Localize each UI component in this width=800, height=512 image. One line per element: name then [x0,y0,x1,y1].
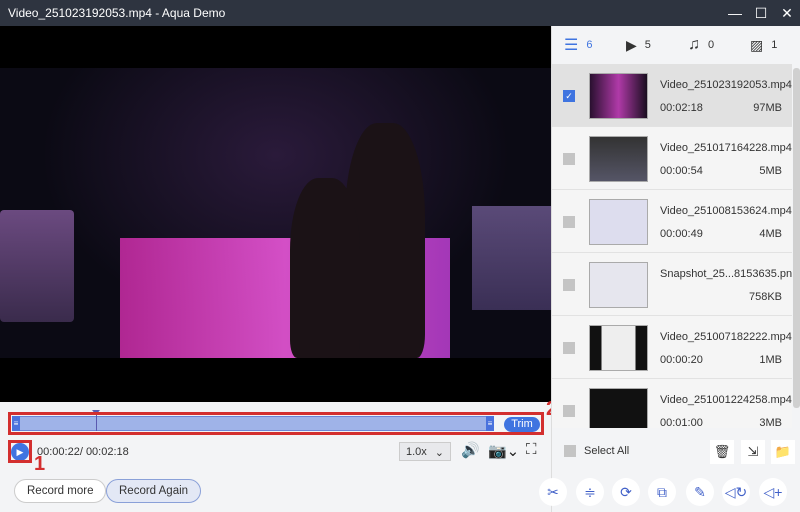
item-checkbox[interactable] [563,216,575,228]
minimize-button[interactable]: — [722,0,748,26]
record-more-button[interactable]: Record more [14,479,107,503]
volume-icon[interactable]: 🔊 [461,441,480,459]
folder-icon[interactable]: 📁 [771,440,795,464]
select-all-checkbox[interactable] [564,445,576,457]
list-icon: ☰ [564,37,579,54]
speed-select[interactable]: 1.0x ⌄ [399,442,451,461]
filter-tabs: ☰ 6 ▶ 5 ♫ 0 ▨ 1 [552,26,800,64]
tab-audio[interactable]: ♫ 0 [688,36,738,54]
list-item[interactable]: Snapshot_25...8153635.png 758KB [552,253,792,316]
thumbnail [589,262,648,308]
list-item[interactable]: ✓ Video_251023192053.mp4 00:02:18 97MB [552,64,792,127]
video-frame [0,68,551,358]
export-icon[interactable]: ⇲ [741,440,765,464]
list-scrollbar[interactable] [793,68,800,408]
item-checkbox[interactable] [563,153,575,165]
maximize-button[interactable]: ☐ [748,0,774,26]
convert-icon[interactable]: ⟳ [612,478,640,506]
merge-icon[interactable]: ⧉ [648,478,676,506]
tab-all[interactable]: ☰ 6 [564,35,614,55]
compress-icon[interactable]: ≑ [576,478,604,506]
item-checkbox[interactable]: ✓ [563,90,575,102]
title-bar: Video_251023192053.mp4 - Aqua Demo — ☐ ✕ [0,0,800,26]
thumbnail [589,199,648,245]
scissors-icon[interactable]: ✂ [539,478,567,506]
total-time: / 00:02:18 [79,446,129,458]
thumbnail [589,325,648,371]
chevron-down-icon: ⌄ [434,447,444,459]
list-item[interactable]: Video_251007182222.mp4 00:00:20 1MB [552,316,792,379]
file-sidebar: ☰ 6 ▶ 5 ♫ 0 ▨ 1 ✓ Video_251023192053.mp4 00:02… [551,26,800,512]
audio-convert-icon[interactable]: ◁↻ [722,478,750,506]
item-checkbox[interactable] [563,342,575,354]
list-item[interactable]: Video_251008153624.mp4 00:00:49 4MB [552,190,792,253]
file-list: ✓ Video_251023192053.mp4 00:02:18 97MB Vide… [552,64,792,428]
trash-icon[interactable]: 🗑 [710,440,734,464]
close-button[interactable]: ✕ [774,0,800,26]
item-checkbox[interactable] [563,405,575,417]
list-item[interactable]: Video_251017164228.mp4 00:00:54 5MB [552,127,792,190]
item-checkbox[interactable] [563,279,575,291]
annotation-box-1 [8,440,32,463]
list-item[interactable]: Video_251001224258.mp4 00:01:00 3MB [552,379,792,428]
time-display: 00:00:22/ 00:02:18 [37,446,129,458]
volume-boost-icon[interactable]: ◁+ [759,478,787,506]
record-again-button[interactable]: Record Again [106,479,202,503]
tab-video[interactable]: ▶ 5 [626,37,676,54]
tab-image[interactable]: ▨ 1 [750,37,800,54]
window-title: Video_251023192053.mp4 - Aqua Demo [8,6,226,20]
edit-icon[interactable]: ✎ [686,478,714,506]
fullscreen-icon[interactable]: ⛶ [526,441,537,458]
thumbnail [589,136,648,182]
video-icon: ▶ [626,36,637,53]
image-icon: ▨ [750,36,764,53]
thumbnail [589,73,648,119]
current-time: 00:00:22 [37,446,80,458]
camera-icon[interactable]: 📷⌄ [488,442,519,460]
speed-value: 1.0x [406,446,427,458]
thumbnail [589,388,648,428]
video-player[interactable] [0,26,551,402]
annotation-box-2 [8,412,544,435]
select-all[interactable]: Select All [564,445,629,457]
music-icon: ♫ [688,36,700,53]
